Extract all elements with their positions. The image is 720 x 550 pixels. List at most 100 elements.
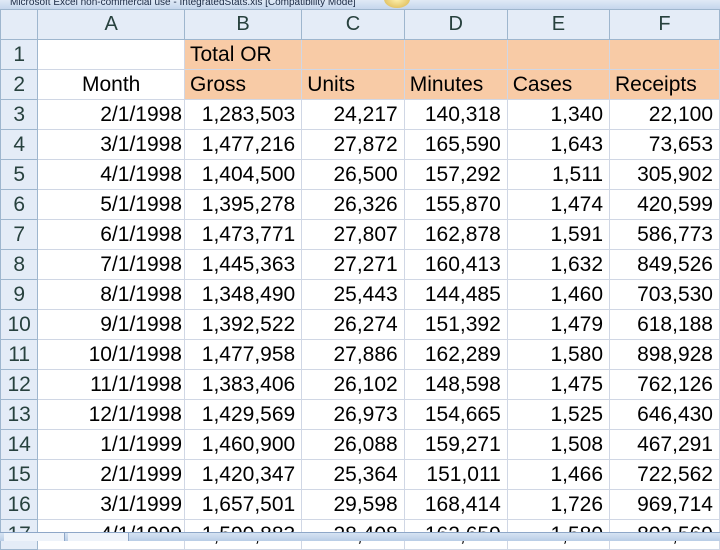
cell-e10[interactable]: 1,479 — [506, 309, 611, 340]
cell-d11[interactable]: 162,289 — [403, 339, 508, 370]
cell-c2[interactable]: Units — [301, 69, 405, 100]
row-header[interactable]: 9 — [0, 279, 39, 310]
cell-f11[interactable]: 898,928 — [609, 339, 720, 370]
cell-c12[interactable]: 26,102 — [301, 369, 405, 400]
cell-d5[interactable]: 157,292 — [403, 159, 508, 190]
cell-e11[interactable]: 1,580 — [506, 339, 611, 370]
cell-c7[interactable]: 27,807 — [301, 219, 405, 250]
cell-e12[interactable]: 1,475 — [506, 369, 611, 400]
row-header[interactable]: 5 — [0, 159, 39, 190]
cell-e16[interactable]: 1,726 — [506, 489, 611, 520]
office-button-icon[interactable] — [384, 0, 410, 8]
cell-c4[interactable]: 27,872 — [301, 129, 405, 160]
cell-b4[interactable]: 1,477,216 — [183, 129, 303, 160]
cell-b1[interactable]: Total OR — [183, 39, 303, 70]
cell-b12[interactable]: 1,383,406 — [183, 369, 303, 400]
row-header[interactable]: 4 — [0, 129, 39, 160]
cell-f7[interactable]: 586,773 — [609, 219, 720, 250]
cell-d3[interactable]: 140,318 — [403, 99, 508, 130]
cell-a5[interactable]: 4/1/1998 — [37, 159, 185, 190]
cell-e5[interactable]: 1,511 — [506, 159, 611, 190]
cell-a10[interactable]: 9/1/1998 — [37, 309, 185, 340]
cell-e9[interactable]: 1,460 — [506, 279, 611, 310]
row-header[interactable]: 3 — [0, 99, 39, 130]
cell-f12[interactable]: 762,126 — [609, 369, 720, 400]
cell-a12[interactable]: 11/1/1998 — [37, 369, 185, 400]
cell-a9[interactable]: 8/1/1998 — [37, 279, 185, 310]
cell-b13[interactable]: 1,429,569 — [183, 399, 303, 430]
cell-a4[interactable]: 3/1/1998 — [37, 129, 185, 160]
cell-c10[interactable]: 26,274 — [301, 309, 405, 340]
cell-d4[interactable]: 165,590 — [403, 129, 508, 160]
cell-c16[interactable]: 29,598 — [301, 489, 405, 520]
cell-c14[interactable]: 26,088 — [301, 429, 405, 460]
cell-a3[interactable]: 2/1/1998 — [37, 99, 185, 130]
cell-f2[interactable]: Receipts — [609, 69, 720, 100]
cell-f4[interactable]: 73,653 — [609, 129, 720, 160]
cell-d9[interactable]: 144,485 — [403, 279, 508, 310]
cell-a11[interactable]: 10/1/1998 — [37, 339, 185, 370]
column-header-a[interactable]: A — [37, 9, 185, 40]
cell-d8[interactable]: 160,413 — [403, 249, 508, 280]
column-header-b[interactable]: B — [183, 9, 303, 40]
cell-c3[interactable]: 24,217 — [301, 99, 405, 130]
cell-b7[interactable]: 1,473,771 — [183, 219, 303, 250]
cell-f14[interactable]: 467,291 — [609, 429, 720, 460]
cell-e7[interactable]: 1,591 — [506, 219, 611, 250]
cell-a14[interactable]: 1/1/1999 — [37, 429, 185, 460]
column-header-d[interactable]: D — [403, 9, 508, 40]
row-header[interactable]: 8 — [0, 249, 39, 280]
cell-e13[interactable]: 1,525 — [506, 399, 611, 430]
column-header-e[interactable]: E — [506, 9, 611, 40]
cell-f16[interactable]: 969,714 — [609, 489, 720, 520]
column-header-f[interactable]: F — [609, 9, 720, 40]
cell-f5[interactable]: 305,902 — [609, 159, 720, 190]
cell-a7[interactable]: 6/1/1998 — [37, 219, 185, 250]
cell-f8[interactable]: 849,526 — [609, 249, 720, 280]
cell-c13[interactable]: 26,973 — [301, 399, 405, 430]
cell-d2[interactable]: Minutes — [403, 69, 508, 100]
cell-a16[interactable]: 3/1/1999 — [37, 489, 185, 520]
cell-b14[interactable]: 1,460,900 — [183, 429, 303, 460]
cell-d15[interactable]: 151,011 — [403, 459, 508, 490]
cell-d10[interactable]: 151,392 — [403, 309, 508, 340]
cell-d12[interactable]: 148,598 — [403, 369, 508, 400]
cell-d16[interactable]: 168,414 — [403, 489, 508, 520]
cell-a8[interactable]: 7/1/1998 — [37, 249, 185, 280]
cell-e1[interactable] — [506, 39, 611, 70]
cell-f1[interactable] — [609, 39, 720, 70]
row-header[interactable]: 10 — [0, 309, 39, 340]
cell-d13[interactable]: 154,665 — [403, 399, 508, 430]
cell-b9[interactable]: 1,348,490 — [183, 279, 303, 310]
row-header[interactable]: 13 — [0, 399, 39, 430]
cell-b11[interactable]: 1,477,958 — [183, 339, 303, 370]
cell-e15[interactable]: 1,466 — [506, 459, 611, 490]
cell-f10[interactable]: 618,188 — [609, 309, 720, 340]
select-all-corner[interactable] — [0, 9, 39, 40]
row-header[interactable]: 6 — [0, 189, 39, 220]
cell-d7[interactable]: 162,878 — [403, 219, 508, 250]
cell-e6[interactable]: 1,474 — [506, 189, 611, 220]
cell-d14[interactable]: 159,271 — [403, 429, 508, 460]
row-header[interactable]: 16 — [0, 489, 39, 520]
cell-c11[interactable]: 27,886 — [301, 339, 405, 370]
cell-c8[interactable]: 27,271 — [301, 249, 405, 280]
row-header[interactable]: 11 — [0, 339, 39, 370]
cell-c6[interactable]: 26,326 — [301, 189, 405, 220]
cell-b10[interactable]: 1,392,522 — [183, 309, 303, 340]
cell-b8[interactable]: 1,445,363 — [183, 249, 303, 280]
cell-c9[interactable]: 25,443 — [301, 279, 405, 310]
cell-e2[interactable]: Cases — [506, 69, 611, 100]
cell-e3[interactable]: 1,340 — [506, 99, 611, 130]
cell-f9[interactable]: 703,530 — [609, 279, 720, 310]
cell-b15[interactable]: 1,420,347 — [183, 459, 303, 490]
cell-b16[interactable]: 1,657,501 — [183, 489, 303, 520]
cell-a2[interactable]: Month — [37, 69, 185, 100]
cell-e4[interactable]: 1,643 — [506, 129, 611, 160]
cell-b3[interactable]: 1,283,503 — [183, 99, 303, 130]
row-header[interactable]: 2 — [0, 69, 39, 100]
cell-b5[interactable]: 1,404,500 — [183, 159, 303, 190]
cell-a13[interactable]: 12/1/1998 — [37, 399, 185, 430]
row-header[interactable]: 12 — [0, 369, 39, 400]
row-header[interactable]: 14 — [0, 429, 39, 460]
